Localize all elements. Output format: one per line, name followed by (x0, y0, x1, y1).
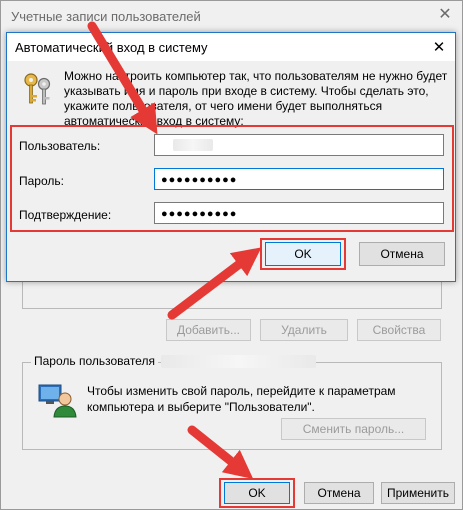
arrow-to-fields (87, 21, 158, 135)
arrow-to-ok (187, 425, 254, 479)
arrow-annotation (87, 21, 262, 479)
arrow-to-dialog-ok (167, 247, 262, 320)
